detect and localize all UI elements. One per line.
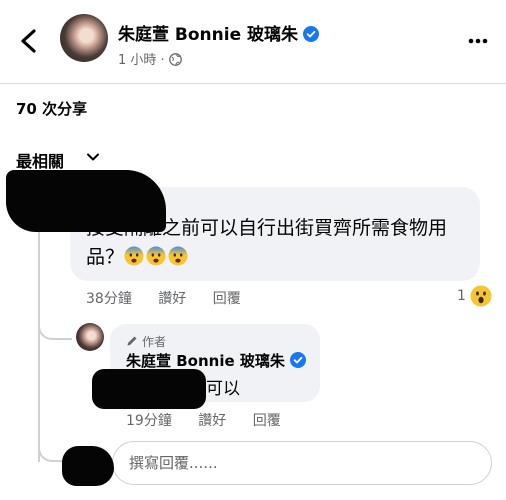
reply-time[interactable]: 19分鐘: [126, 413, 172, 429]
post-author-name[interactable]: 朱庭萱 Bonnie 玻璃朱: [118, 20, 320, 45]
thread-connector: [38, 316, 72, 340]
anxious-face-emoji: [168, 246, 188, 266]
reply-actions: 19分鐘 讚好 回覆: [126, 410, 303, 430]
meta-separator: ·: [160, 53, 165, 68]
anxious-face-emoji: [124, 246, 144, 266]
reply-author-avatar[interactable]: [76, 323, 104, 351]
reply-input[interactable]: 撰寫回覆......: [112, 441, 492, 485]
author-tag-label: 作者: [142, 335, 167, 349]
share-count[interactable]: 70 次分享: [16, 98, 87, 119]
author-avatar[interactable]: [60, 14, 108, 62]
author-name-text[interactable]: 朱庭萱 Bonnie 玻璃朱: [118, 25, 298, 45]
globe-icon: [168, 53, 182, 66]
verified-badge-icon: [289, 352, 306, 368]
back-arrow-icon[interactable]: [16, 28, 44, 54]
post-time[interactable]: 1 小時: [118, 53, 156, 68]
more-options-icon[interactable]: [468, 38, 488, 44]
verified-badge-icon: [303, 26, 320, 42]
like-button[interactable]: 讚好: [198, 413, 226, 429]
redaction-mark: [62, 446, 114, 486]
post-meta: 1 小時 ·: [118, 49, 182, 68]
reply-author-name[interactable]: 朱庭萱 Bonnie 玻璃朱: [126, 350, 306, 371]
reply-text: 可以: [206, 379, 240, 399]
reaction-count[interactable]: 1: [457, 288, 466, 304]
comment-actions: 38分鐘 讚好 回覆: [86, 288, 263, 308]
like-button[interactable]: 讚好: [158, 291, 186, 307]
anxious-face-emoji: [146, 246, 166, 266]
sort-dropdown-label[interactable]: 最相關: [16, 148, 64, 172]
reply-button[interactable]: 回覆: [213, 291, 241, 307]
header-divider: [0, 83, 506, 84]
comment-time[interactable]: 38分鐘: [86, 291, 132, 307]
author-tag: 作者: [126, 333, 166, 350]
reply-button[interactable]: 回覆: [253, 413, 281, 429]
reply-author-name-text[interactable]: 朱庭萱 Bonnie 玻璃朱: [126, 352, 285, 370]
thread-connector: [38, 440, 64, 462]
thread-line: [38, 232, 40, 462]
redaction-mark: [6, 170, 166, 232]
chevron-down-icon[interactable]: [86, 152, 100, 162]
comment-text-line2: 品？: [86, 246, 125, 268]
pencil-icon: [127, 336, 137, 346]
wow-reaction-icon[interactable]: [470, 285, 492, 307]
redaction-mark: [92, 369, 206, 409]
